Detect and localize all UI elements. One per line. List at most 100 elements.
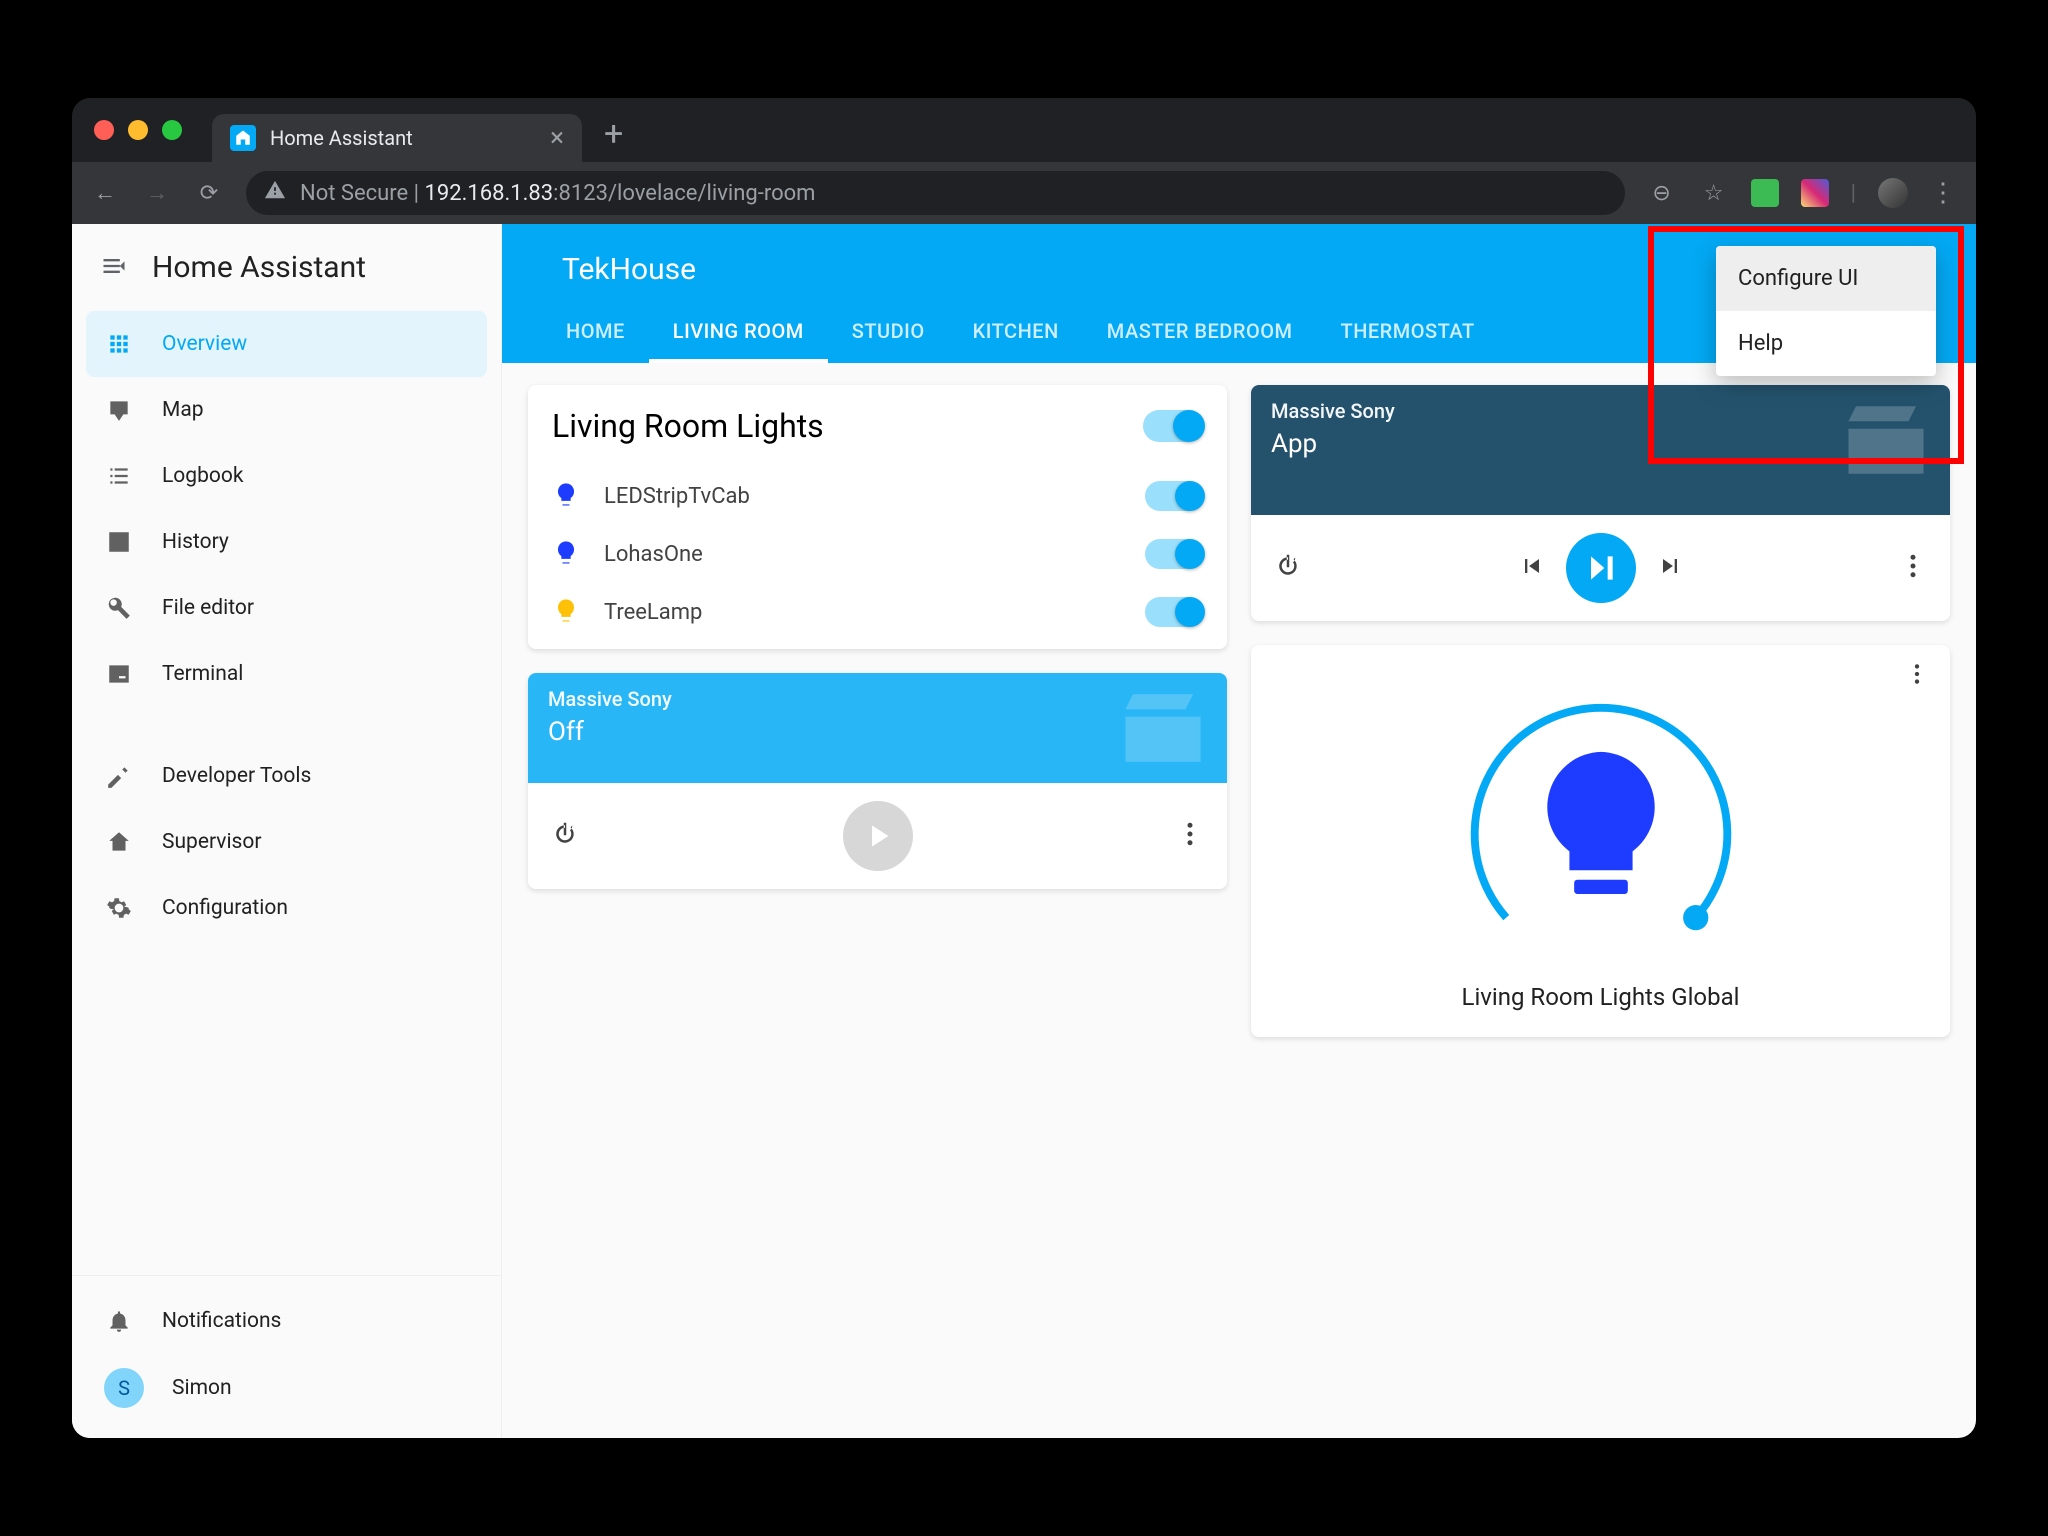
light-toggle[interactable] <box>1145 481 1203 511</box>
hammer-icon <box>104 761 134 791</box>
media-card-playing: Massive Sony App <box>1251 385 1950 621</box>
sidebar-item-terminal[interactable]: Terminal <box>86 641 487 707</box>
home-assistant-icon <box>104 827 134 857</box>
lights-card: Living Room Lights LEDStripTvCab LohasOn <box>528 385 1227 649</box>
back-button[interactable]: ← <box>90 180 120 206</box>
more-menu-button[interactable] <box>1175 819 1205 853</box>
close-window-button[interactable] <box>94 120 114 140</box>
tab-kitchen[interactable]: KITCHEN <box>949 305 1083 363</box>
reload-button[interactable]: ⟳ <box>194 181 224 206</box>
sidebar-item-label: File editor <box>162 596 254 620</box>
sidebar-item-label: Overview <box>162 332 247 356</box>
sidebar-item-label: Supervisor <box>162 830 261 854</box>
light-row[interactable]: TreeLamp <box>528 583 1227 649</box>
tab-studio[interactable]: STUDIO <box>828 305 949 363</box>
sidebar-item-history[interactable]: History <box>86 509 487 575</box>
lights-master-toggle[interactable] <box>1143 410 1203 442</box>
browser-toolbar: ← → ⟳ Not Secure | 192.168.1.83:8123/lov… <box>72 162 1976 224</box>
sidebar-item-developer-tools[interactable]: Developer Tools <box>86 743 487 809</box>
light-name: LEDStripTvCab <box>604 484 1123 509</box>
map-marker-icon <box>104 395 134 425</box>
media-name: Massive Sony <box>1271 399 1930 423</box>
gear-icon <box>104 893 134 923</box>
sidebar-item-label: Logbook <box>162 464 243 488</box>
media-name: Massive Sony <box>548 687 1207 711</box>
light-global-title: Living Room Lights Global <box>1462 983 1740 1011</box>
lights-card-title: Living Room Lights <box>552 407 824 445</box>
sidebar-collapse-button[interactable] <box>100 252 128 284</box>
light-name: TreeLamp <box>604 600 1123 625</box>
terminal-icon <box>104 659 134 689</box>
extension-icon[interactable] <box>1751 179 1779 207</box>
window-controls <box>94 120 182 140</box>
lightbulb-icon <box>552 539 582 569</box>
tab-master-bedroom[interactable]: MASTER BEDROOM <box>1083 305 1317 363</box>
minimize-window-button[interactable] <box>128 120 148 140</box>
sidebar-item-label: Configuration <box>162 896 288 920</box>
user-name: Simon <box>172 1376 232 1400</box>
sidebar-item-label: Map <box>162 398 204 422</box>
list-icon <box>104 461 134 491</box>
wrench-icon <box>104 593 134 623</box>
browser-menu-button[interactable]: ⋮ <box>1930 178 1958 208</box>
sidebar-item-configuration[interactable]: Configuration <box>86 875 487 941</box>
extension-icon[interactable] <box>1801 179 1829 207</box>
media-art-icon <box>1836 395 1936 489</box>
maximize-window-button[interactable] <box>162 120 182 140</box>
media-header[interactable]: Massive Sony App <box>1251 385 1950 515</box>
tab-home[interactable]: HOME <box>542 305 649 363</box>
power-button[interactable] <box>1273 551 1303 585</box>
tab-thermostat[interactable]: THERMOSTAT <box>1317 305 1499 363</box>
skip-previous-button[interactable] <box>1518 552 1546 584</box>
address-bar[interactable]: Not Secure | 192.168.1.83:8123/lovelace/… <box>246 171 1625 215</box>
skip-next-button[interactable] <box>1656 552 1684 584</box>
chart-bar-icon <box>104 527 134 557</box>
light-row[interactable]: LEDStripTvCab <box>528 467 1227 525</box>
sidebar-item-notifications[interactable]: Notifications <box>86 1290 487 1352</box>
play-button[interactable] <box>843 801 913 871</box>
sidebar-item-label: History <box>162 530 229 554</box>
sidebar-item-user[interactable]: S Simon <box>86 1352 487 1424</box>
not-secure-icon <box>264 179 286 207</box>
bell-icon <box>104 1306 134 1336</box>
sidebar-item-supervisor[interactable]: Supervisor <box>86 809 487 875</box>
tab-living-room[interactable]: LIVING ROOM <box>649 305 828 363</box>
tab-favicon <box>230 125 256 151</box>
more-menu-button[interactable] <box>1904 661 1930 691</box>
sidebar-item-overview[interactable]: Overview <box>86 311 487 377</box>
url-text: Not Secure | 192.168.1.83:8123/lovelace/… <box>300 181 815 206</box>
light-toggle[interactable] <box>1145 539 1203 569</box>
light-toggle[interactable] <box>1145 597 1203 627</box>
forward-button[interactable]: → <box>142 180 172 206</box>
browser-tab[interactable]: Home Assistant × <box>212 114 582 162</box>
menu-item-configure-ui[interactable]: Configure UI <box>1716 246 1936 311</box>
media-state: App <box>1271 429 1930 459</box>
brightness-dial[interactable]: Living Room Lights Global <box>1273 665 1928 1011</box>
user-avatar: S <box>104 1368 144 1408</box>
app-title: Home Assistant <box>152 250 366 285</box>
media-art-icon <box>1113 683 1213 777</box>
power-button[interactable] <box>550 819 580 853</box>
more-menu-button[interactable] <box>1898 551 1928 585</box>
sidebar-item-logbook[interactable]: Logbook <box>86 443 487 509</box>
overflow-menu: Configure UI Help <box>1716 246 1936 376</box>
light-row[interactable]: LohasOne <box>528 525 1227 583</box>
grid-icon <box>104 329 134 359</box>
sidebar-item-label: Developer Tools <box>162 764 311 788</box>
play-pause-button[interactable] <box>1566 533 1636 603</box>
browser-tabstrip: Home Assistant × + <box>72 98 1976 162</box>
media-header[interactable]: Massive Sony Off <box>528 673 1227 783</box>
bookmark-star-icon[interactable]: ☆ <box>1699 181 1729 206</box>
media-card-off: Massive Sony Off <box>528 673 1227 889</box>
menu-item-help[interactable]: Help <box>1716 311 1936 376</box>
media-state: Off <box>548 717 1207 747</box>
sidebar-header: Home Assistant <box>72 224 501 305</box>
sidebar-item-map[interactable]: Map <box>86 377 487 443</box>
sidebar-item-label: Terminal <box>162 662 243 686</box>
tab-title: Home Assistant <box>270 126 413 150</box>
zoom-icon[interactable]: ⊖ <box>1647 181 1677 206</box>
new-tab-button[interactable]: + <box>604 114 623 154</box>
profile-avatar[interactable] <box>1878 178 1908 208</box>
sidebar-nav: Overview Map Logbook History <box>72 305 501 947</box>
sidebar-item-file-editor[interactable]: File editor <box>86 575 487 641</box>
